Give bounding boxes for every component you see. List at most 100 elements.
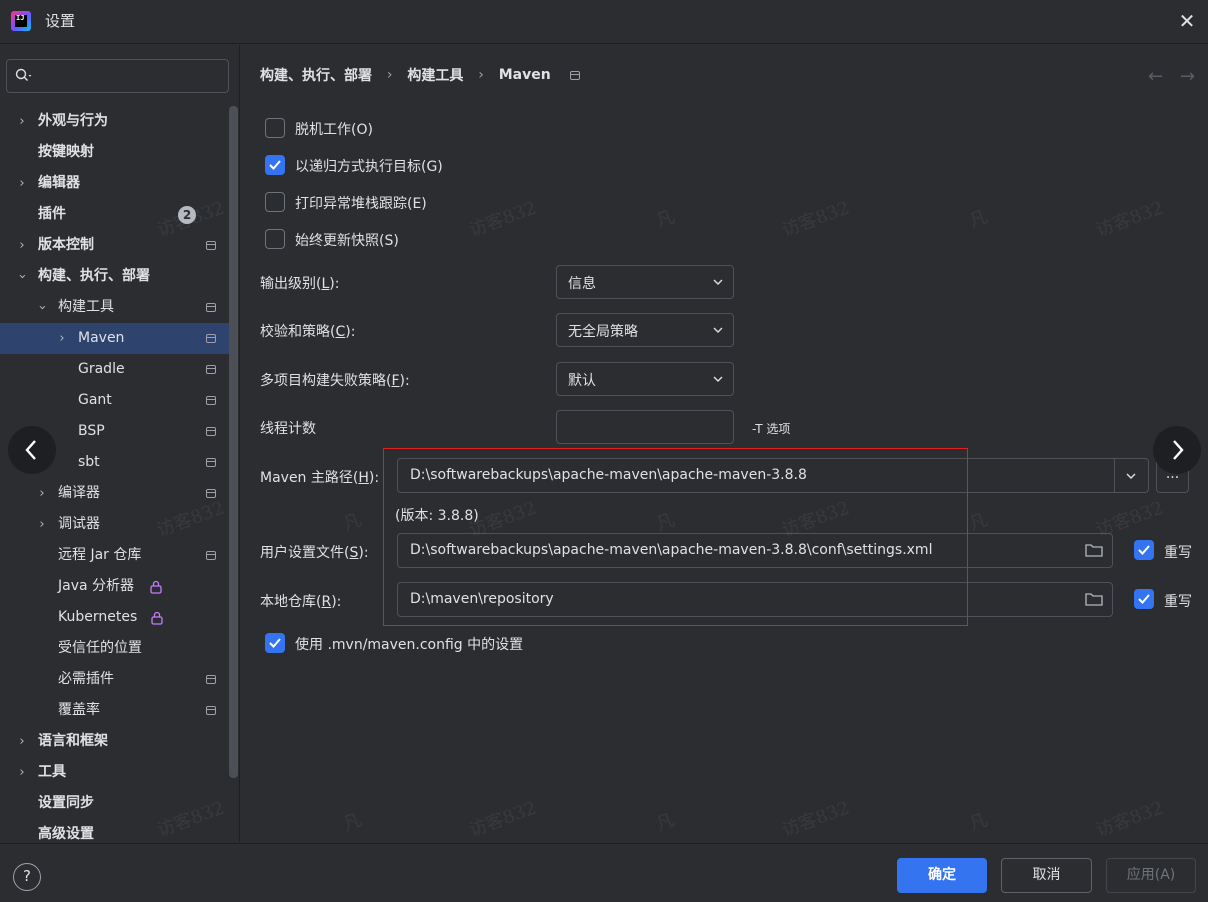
sidebar-item-maven[interactable]: › Maven [0, 323, 238, 354]
user-settings-input[interactable]: D:\softwarebackups\apache-maven\apache-m… [397, 533, 1113, 568]
sidebar-item-languages[interactable]: › 语言和框架 [0, 726, 238, 757]
sidebar-item-label: 构建工具 [58, 299, 114, 315]
title-bar: IJ 设置 ✕ [0, 0, 1208, 44]
watermark: 凡 [966, 206, 991, 233]
sidebar-item-vcs[interactable]: › 版本控制 [0, 230, 238, 261]
sidebar-item-label: 按键映射 [38, 144, 94, 160]
thread-count-input[interactable] [556, 410, 734, 444]
snapshots-label: 始终更新快照(S) [295, 233, 399, 249]
use-mvn-config-checkbox[interactable] [265, 633, 285, 653]
output-level-select[interactable]: 信息 [556, 265, 734, 299]
offline-checkbox[interactable] [265, 118, 285, 138]
user-settings-override-checkbox[interactable] [1134, 540, 1154, 560]
sidebar-item-label: BSP [78, 423, 105, 439]
sidebar-item-appearance[interactable]: › 外观与行为 [0, 106, 238, 137]
use-mvn-config-label: 使用 .mvn/maven.config 中的设置 [295, 637, 524, 653]
user-settings-value: D:\softwarebackups\apache-maven\apache-m… [410, 542, 933, 558]
local-repo-input[interactable]: D:\maven\repository [397, 582, 1113, 617]
sidebar-item-label: 远程 Jar 仓库 [58, 547, 142, 563]
sidebar-item-label: 编辑器 [38, 175, 80, 191]
window-title: 设置 [45, 12, 76, 30]
multiproject-select[interactable]: 默认 [556, 362, 734, 396]
sidebar-item-debugger[interactable]: › 调试器 [0, 509, 238, 540]
folder-icon[interactable] [1085, 592, 1103, 606]
folder-icon[interactable] [1085, 543, 1103, 557]
chevron-down-icon [713, 376, 723, 382]
local-repo-override-checkbox[interactable] [1134, 589, 1154, 609]
watermark: 凡 [340, 509, 365, 536]
maven-home-value: D:\softwarebackups\apache-maven\apache-m… [410, 467, 807, 483]
multiproject-value: 默认 [568, 373, 596, 389]
checksum-label: 校验和策略(C): [260, 324, 356, 340]
watermark: 凡 [653, 809, 678, 836]
chevron-right-icon: › [59, 331, 65, 346]
output-level-value: 信息 [568, 276, 596, 292]
sidebar-item-tools[interactable]: › 工具 [0, 757, 238, 788]
overlay-next-button[interactable] [1153, 426, 1201, 474]
sidebar-item-gradle[interactable]: Gradle [0, 354, 238, 385]
breadcrumb-item[interactable]: 构建工具 [407, 65, 463, 85]
output-level-label: 输出级别(L): [260, 276, 340, 292]
thread-count-label: 线程计数 [260, 421, 316, 437]
sidebar-item-kubernetes[interactable]: Kubernetes [0, 602, 238, 633]
chevron-down-icon: › [34, 304, 50, 311]
sidebar-item-label: Gradle [78, 361, 125, 377]
cancel-button[interactable]: 取消 [1001, 858, 1092, 893]
sidebar-item-keymap[interactable]: 按键映射 [0, 137, 238, 168]
sidebar-item-plugins[interactable]: 插件 2 [0, 199, 238, 230]
sidebar-item-compiler[interactable]: › 编译器 [0, 478, 238, 509]
project-scope-icon [206, 489, 216, 498]
sidebar-item-settings-sync[interactable]: 设置同步 [0, 788, 238, 819]
snapshots-checkbox[interactable] [265, 229, 285, 249]
checkmark-icon [1138, 545, 1150, 555]
sidebar-item-java-profiler[interactable]: Java 分析器 [0, 571, 238, 602]
chevron-down-icon[interactable] [1126, 472, 1136, 480]
plugins-update-badge: 2 [178, 206, 196, 224]
chevron-right-icon [1173, 440, 1184, 460]
breadcrumb-item: Maven [498, 67, 551, 83]
stacktrace-checkbox[interactable] [265, 192, 285, 212]
overlay-prev-button[interactable] [8, 426, 56, 474]
dialog-footer: ? 确定 取消 应用(A) [0, 843, 1208, 902]
chevron-right-icon: › [39, 486, 45, 501]
chevron-down-icon [713, 327, 723, 333]
project-scope-icon [569, 70, 580, 80]
sidebar-item-required-plugins[interactable]: 必需插件 [0, 664, 238, 695]
project-scope-icon [206, 675, 216, 684]
checksum-select[interactable]: 无全局策略 [556, 313, 734, 347]
sidebar-item-gant[interactable]: Gant [0, 385, 238, 416]
sidebar-item-label: 工具 [38, 764, 66, 780]
maven-home-combo[interactable]: D:\softwarebackups\apache-maven\apache-m… [397, 458, 1149, 493]
ok-button[interactable]: 确定 [897, 858, 987, 893]
sidebar-item-remote-jar[interactable]: 远程 Jar 仓库 [0, 540, 238, 571]
help-icon[interactable]: ? [13, 863, 41, 891]
sidebar-item-coverage[interactable]: 覆盖率 [0, 695, 238, 726]
breadcrumb: 构建、执行、部署 › 构建工具 › Maven [260, 65, 580, 87]
breadcrumb-item[interactable]: 构建、执行、部署 [260, 65, 372, 85]
sidebar-item-build-tools[interactable]: › 构建工具 [0, 292, 238, 323]
recursive-label: 以递归方式执行目标(G) [295, 159, 443, 175]
maven-version-text: (版本: 3.8.8) [395, 508, 479, 524]
search-input[interactable] [6, 59, 229, 93]
multiproject-label: 多项目构建失败策略(F): [260, 373, 410, 389]
sidebar-scrollbar[interactable] [229, 106, 238, 778]
sidebar-item-editor[interactable]: › 编辑器 [0, 168, 238, 199]
chevron-down-icon [713, 279, 723, 285]
settings-tree: › 外观与行为 按键映射 › 编辑器 插件 2 › 版本控制 › 构建、执行、部… [0, 106, 238, 850]
lock-icon [151, 611, 163, 625]
chevron-right-icon: › [19, 176, 25, 191]
sidebar-item-label: Gant [78, 392, 112, 408]
lock-icon [150, 580, 162, 594]
recursive-checkbox[interactable] [265, 155, 285, 175]
sidebar-item-build[interactable]: › 构建、执行、部署 [0, 261, 238, 292]
watermark: 访客832 [1093, 197, 1167, 242]
forward-arrow-icon[interactable]: → [1180, 66, 1195, 87]
sidebar-item-trusted-locations[interactable]: 受信任的位置 [0, 633, 238, 664]
watermark: 访客832 [466, 797, 540, 842]
project-scope-icon [206, 365, 216, 374]
close-icon[interactable]: ✕ [1174, 8, 1200, 34]
sidebar-item-label: 语言和框架 [38, 733, 108, 749]
back-arrow-icon[interactable]: ← [1148, 66, 1163, 87]
apply-button[interactable]: 应用(A) [1106, 858, 1196, 893]
watermark: 凡 [966, 509, 991, 536]
